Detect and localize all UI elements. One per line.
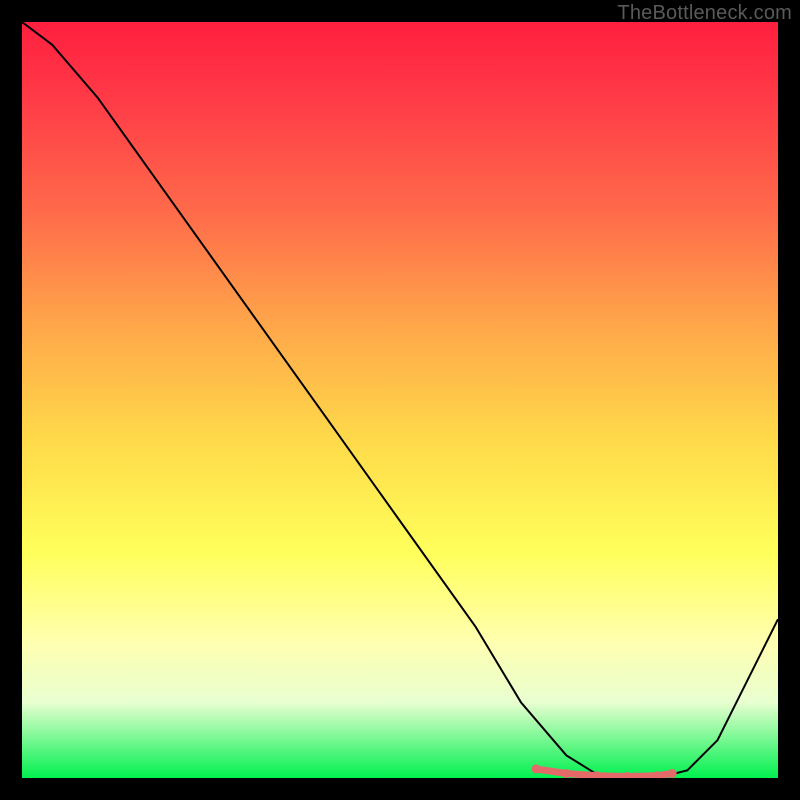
curve-line — [22, 22, 778, 778]
marker-group — [532, 764, 677, 778]
watermark-text: TheBottleneck.com — [617, 2, 792, 25]
chart-svg — [22, 22, 778, 778]
